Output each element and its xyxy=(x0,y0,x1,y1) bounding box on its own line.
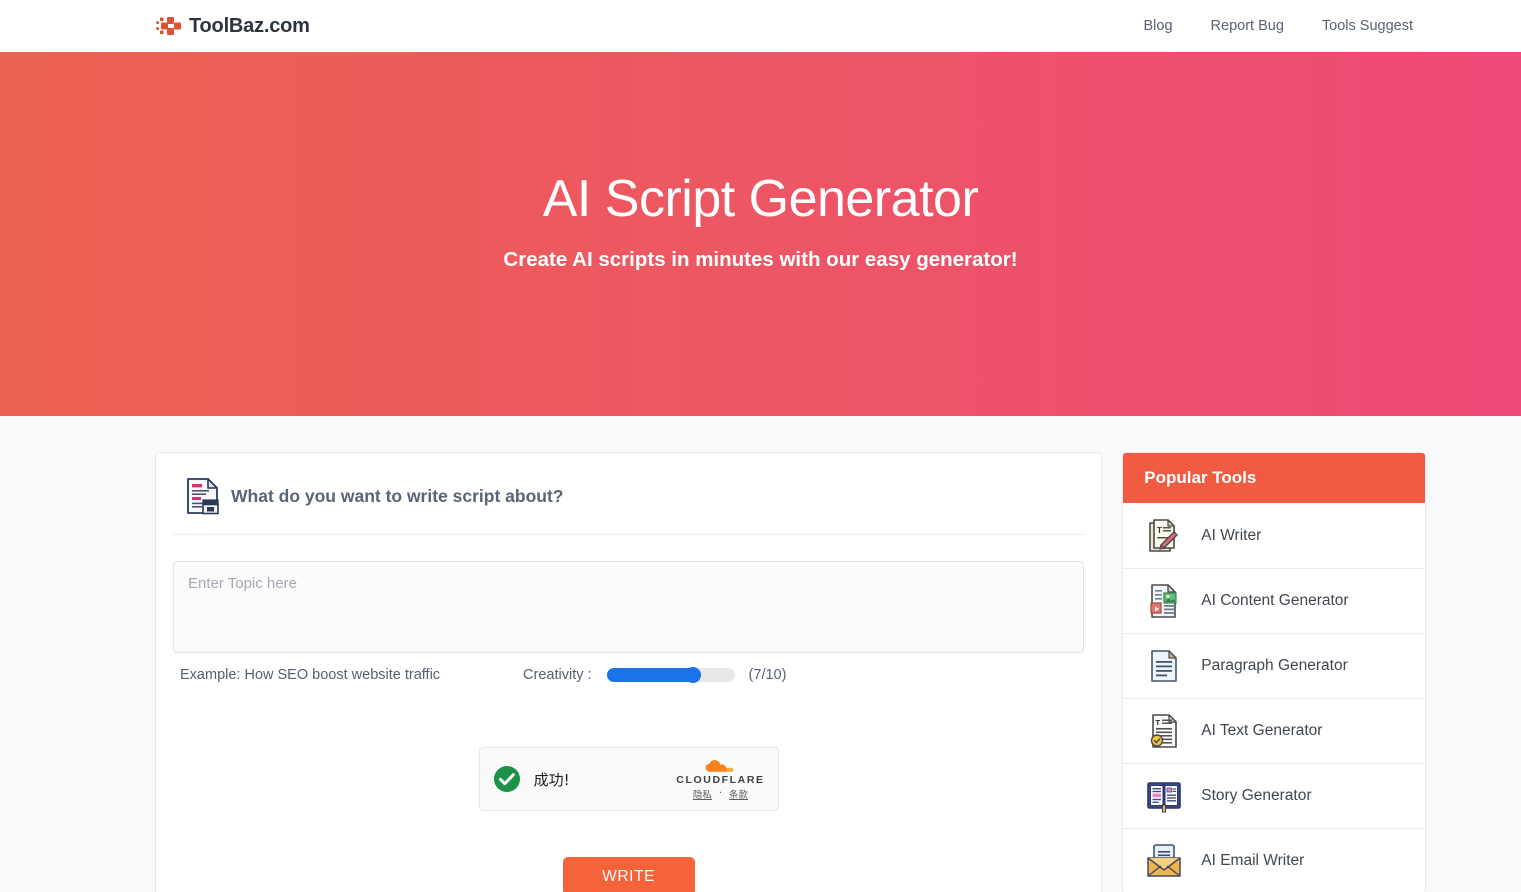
sidebar-item-paragraph-generator[interactable]: Paragraph Generator xyxy=(1123,633,1425,698)
terms-link[interactable]: 条款 xyxy=(729,787,748,801)
sidebar-item-label: Paragraph Generator xyxy=(1201,657,1348,674)
cloudflare-cloud-icon xyxy=(706,759,734,772)
brand-name: ToolBaz.com xyxy=(189,14,310,37)
cloudflare-links: 隐私 · 条款 xyxy=(693,787,748,801)
hero-banner: AI Script Generator Create AI scripts in… xyxy=(0,52,1521,416)
site-header: ToolBaz.com Blog Report Bug Tools Sugges… xyxy=(0,0,1521,52)
write-row: WRITE xyxy=(172,811,1085,892)
topic-field-wrap xyxy=(172,535,1085,653)
toolbaz-puzzle-logo-icon xyxy=(156,17,181,35)
sidebar-item-label: Story Generator xyxy=(1201,787,1312,804)
example-hint: Example: How SEO boost website traffic xyxy=(180,667,441,683)
page-body: What do you want to write script about? … xyxy=(0,416,1521,892)
captcha-row: 成功! CLOUDFLARE 隐私 · 条款 xyxy=(172,683,1085,811)
creativity-control: Creativity : (7/10) xyxy=(523,667,786,683)
document-pencil-icon: T xyxy=(1149,518,1178,552)
generator-card: What do you want to write script about? … xyxy=(155,452,1103,892)
cloudflare-wordmark: CLOUDFLARE xyxy=(676,773,765,786)
link-separator: · xyxy=(718,788,722,799)
write-button[interactable]: WRITE xyxy=(562,857,695,892)
sidebar-item-label: AI Email Writer xyxy=(1201,852,1305,869)
green-check-circle-icon xyxy=(493,766,520,792)
sidebar-item-label: AI Writer xyxy=(1201,526,1262,544)
svg-text:T: T xyxy=(1157,526,1162,535)
open-book-icon xyxy=(1147,782,1182,813)
creativity-label: Creativity : xyxy=(523,667,592,683)
sidebar-item-label: AI Text Generator xyxy=(1201,722,1323,739)
prompt-heading-row: What do you want to write script about? xyxy=(172,473,1086,535)
options-row: Example: How SEO boost website traffic C… xyxy=(172,653,1085,683)
page-title: AI Script Generator xyxy=(542,169,979,228)
sidebar-item-ai-content-generator[interactable]: AI Content Generator xyxy=(1123,568,1425,633)
sidebar-title: Popular Tools xyxy=(1123,453,1425,503)
script-document-clapperboard-icon xyxy=(187,478,219,515)
sidebar-item-ai-email-writer[interactable]: AI Email Writer xyxy=(1123,828,1425,892)
turnstile-status-text: 成功! xyxy=(533,770,570,789)
document-text-check-icon: T xyxy=(1151,714,1178,748)
document-lines-icon xyxy=(1151,650,1178,682)
sidebar-item-label: AI Content Generator xyxy=(1201,592,1349,609)
popular-tools-sidebar: Popular Tools T AI Writer AI Content Gen… xyxy=(1122,452,1426,892)
topic-input[interactable] xyxy=(173,561,1085,653)
creativity-slider[interactable] xyxy=(606,668,735,682)
turnstile-status: 成功! xyxy=(493,765,570,793)
creativity-value: (7/10) xyxy=(748,667,787,683)
nav-item-blog[interactable]: Blog xyxy=(1144,18,1173,34)
svg-text:T: T xyxy=(1156,718,1161,727)
main-nav: Blog Report Bug Tools Suggest xyxy=(1144,18,1413,34)
privacy-link[interactable]: 隐私 xyxy=(693,787,712,801)
document-media-icon xyxy=(1150,584,1177,618)
envelope-letter-icon xyxy=(1147,844,1181,877)
sidebar-item-story-generator[interactable]: Story Generator xyxy=(1123,763,1425,828)
sidebar-item-ai-text-generator[interactable]: T AI Text Generator xyxy=(1123,698,1425,763)
cloudflare-turnstile-widget[interactable]: 成功! CLOUDFLARE 隐私 · 条款 xyxy=(478,747,779,811)
prompt-heading: What do you want to write script about? xyxy=(231,485,564,506)
brand-logo-link[interactable]: ToolBaz.com xyxy=(155,11,310,41)
page-subtitle: Create AI scripts in minutes with our ea… xyxy=(503,248,1018,272)
nav-item-report-bug[interactable]: Report Bug xyxy=(1211,18,1284,34)
sidebar-item-ai-writer[interactable]: T AI Writer xyxy=(1123,503,1425,568)
nav-item-tools-suggest[interactable]: Tools Suggest xyxy=(1322,18,1413,34)
turnstile-brand: CLOUDFLARE 隐私 · 条款 xyxy=(676,758,764,801)
